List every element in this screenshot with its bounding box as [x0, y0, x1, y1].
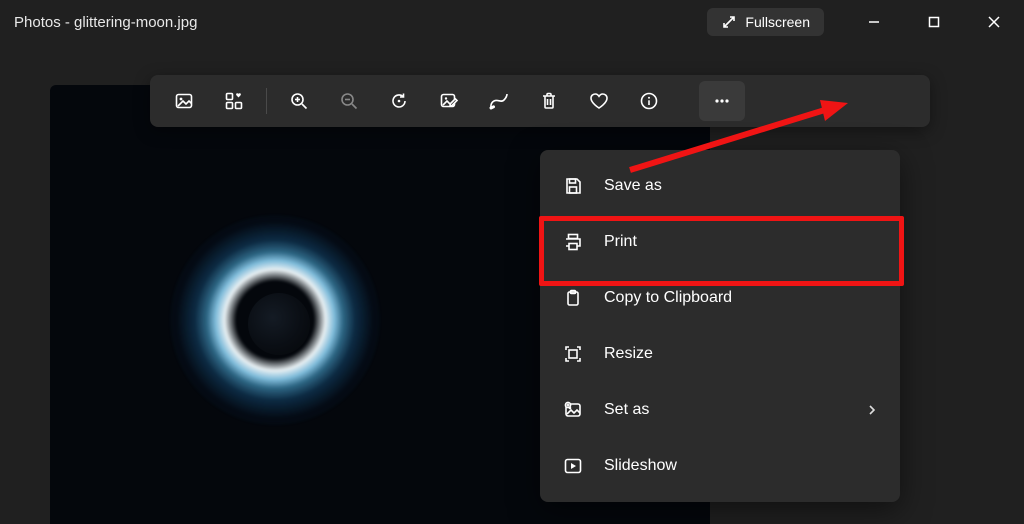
- menu-label: Copy to Clipboard: [604, 289, 732, 307]
- image-content-moon: [248, 293, 310, 355]
- menu-label: Slideshow: [604, 457, 677, 475]
- info-icon: [639, 91, 659, 111]
- apps-button[interactable]: [210, 81, 258, 121]
- zoom-out-icon: [339, 91, 359, 111]
- menu-label: Save as: [604, 177, 662, 195]
- menu-item-copy[interactable]: Copy to Clipboard: [540, 270, 900, 326]
- slideshow-icon: [562, 455, 584, 477]
- menu-item-print[interactable]: Print: [540, 214, 900, 270]
- fullscreen-button[interactable]: Fullscreen: [707, 8, 824, 36]
- toolbar: [150, 75, 930, 127]
- trash-icon: [539, 91, 559, 111]
- chevron-right-icon: [866, 404, 878, 416]
- close-button[interactable]: [964, 0, 1024, 44]
- menu-label: Print: [604, 233, 637, 251]
- more-button[interactable]: [699, 81, 745, 121]
- zoom-in-icon: [289, 91, 309, 111]
- fullscreen-label: Fullscreen: [745, 14, 810, 30]
- menu-item-set-as[interactable]: Set as: [540, 382, 900, 438]
- edit-image-icon: [439, 91, 459, 111]
- gallery-button[interactable]: [160, 81, 208, 121]
- picture-icon: [174, 91, 194, 111]
- menu-item-slideshow[interactable]: Slideshow: [540, 438, 900, 494]
- more-menu: Save as Print Copy to Clipboard Resize S…: [540, 150, 900, 502]
- heart-icon: [588, 91, 610, 111]
- zoom-in-button[interactable]: [275, 81, 323, 121]
- minimize-button[interactable]: [844, 0, 904, 44]
- set-as-icon: [562, 399, 584, 421]
- menu-label: Resize: [604, 345, 653, 363]
- clipboard-icon: [562, 287, 584, 309]
- draw-button[interactable]: [475, 81, 523, 121]
- more-icon: [712, 91, 732, 111]
- window-controls: [844, 0, 1024, 44]
- resize-icon: [562, 343, 584, 365]
- rotate-icon: [389, 91, 409, 111]
- grid-heart-icon: [224, 91, 244, 111]
- menu-label: Set as: [604, 401, 649, 419]
- menu-item-resize[interactable]: Resize: [540, 326, 900, 382]
- delete-button[interactable]: [525, 81, 573, 121]
- maximize-button[interactable]: [904, 0, 964, 44]
- save-icon: [562, 175, 584, 197]
- window-title: Photos - glittering-moon.jpg: [14, 14, 197, 31]
- zoom-out-button[interactable]: [325, 81, 373, 121]
- fullscreen-icon: [721, 14, 737, 30]
- rotate-button[interactable]: [375, 81, 423, 121]
- toolbar-separator: [266, 88, 267, 114]
- info-button[interactable]: [625, 81, 673, 121]
- favorite-button[interactable]: [575, 81, 623, 121]
- print-icon: [562, 231, 584, 253]
- menu-item-save-as[interactable]: Save as: [540, 158, 900, 214]
- edit-image-button[interactable]: [425, 81, 473, 121]
- pen-icon: [488, 91, 510, 111]
